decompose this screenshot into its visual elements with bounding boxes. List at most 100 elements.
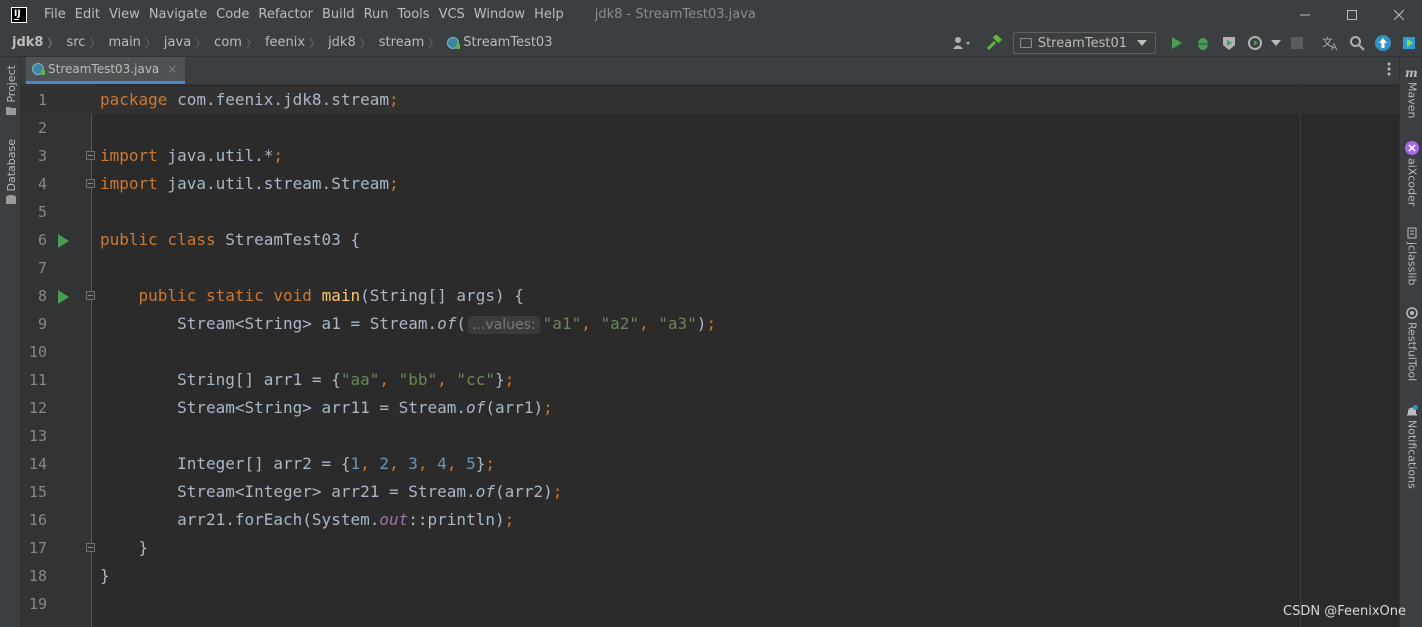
code-line: 13 — [21, 422, 1399, 450]
fold-icon[interactable] — [86, 179, 95, 188]
config-icon — [1019, 38, 1032, 48]
code-line: 11 String[] arr1 = {"aa", "bb", "cc"}; — [21, 366, 1399, 394]
maximize-button[interactable] — [1328, 0, 1375, 29]
line-number: 6 — [37, 231, 47, 249]
code-line: 17 } — [21, 534, 1399, 562]
translate-icon: 文A — [1322, 35, 1338, 51]
tool-tab-maven[interactable]: m Maven — [1403, 67, 1421, 118]
code-editor[interactable]: 1 package com.feenix.jdk8.stream; 2 3 im… — [21, 85, 1399, 627]
menu-window[interactable]: Window — [474, 7, 525, 22]
line-number: 15 — [28, 483, 47, 501]
minimize-icon — [1299, 14, 1310, 15]
line-number: 7 — [37, 259, 47, 277]
run-icon — [1172, 37, 1182, 49]
line-number: 8 — [37, 287, 47, 305]
editor-tab-bar: StreamTest03.java × — [21, 57, 1399, 85]
tool-tab-database[interactable]: Database — [3, 139, 19, 204]
line-number: 3 — [37, 147, 47, 165]
breadcrumb-java[interactable]: java 〉 — [164, 35, 214, 51]
code-text: import java.util.*; — [100, 146, 284, 165]
menu-tools[interactable]: Tools — [398, 7, 430, 22]
java-class-icon — [447, 36, 461, 49]
run-gutter-icon[interactable] — [58, 234, 69, 248]
more-run-options-button[interactable] — [1270, 32, 1282, 54]
user-button[interactable] — [951, 32, 973, 54]
svg-text:A: A — [1331, 43, 1338, 51]
code-text: String[] arr1 = {"aa", "bb", "cc"}; — [100, 370, 515, 389]
coverage-button[interactable] — [1218, 32, 1240, 54]
breadcrumb-src[interactable]: src 〉 — [66, 35, 108, 51]
debug-button[interactable] — [1192, 32, 1214, 54]
stop-button[interactable] — [1286, 32, 1308, 54]
build-icon — [986, 35, 1002, 51]
code-text: public static void main(String[] args) { — [138, 286, 524, 305]
code-line: 9 Stream<String> a1 = Stream.of(...value… — [21, 310, 1399, 338]
tool-tab-project[interactable]: Project — [3, 65, 19, 115]
line-number: 17 — [28, 539, 47, 557]
tabs-menu-button[interactable] — [1387, 62, 1391, 80]
fold-icon[interactable] — [86, 151, 95, 160]
menu-code[interactable]: Code — [216, 7, 249, 22]
code-line: 18 } — [21, 562, 1399, 590]
breadcrumb-jdk8[interactable]: jdk8 〉 — [328, 35, 379, 51]
run-configuration-select[interactable]: StreamTest01 — [1012, 32, 1156, 54]
close-tab-icon[interactable]: × — [167, 62, 177, 76]
update-button[interactable] — [1372, 32, 1394, 54]
menu-navigate[interactable]: Navigate — [149, 7, 207, 22]
fold-icon[interactable] — [86, 291, 95, 300]
breadcrumb-feenix[interactable]: feenix 〉 — [265, 35, 328, 51]
run-gutter-icon[interactable] — [58, 290, 69, 304]
breadcrumb-main[interactable]: main 〉 — [108, 35, 163, 51]
line-number: 5 — [37, 203, 47, 221]
line-number: 12 — [28, 399, 47, 417]
navigation-bar: jdk8 〉 src 〉 main 〉 java 〉 com 〉 feenix 〉 jdk8… — [0, 29, 1422, 57]
code-line: 2 — [21, 114, 1399, 142]
code-text: public class StreamTest03 { — [100, 230, 361, 249]
menu-help[interactable]: Help — [534, 7, 564, 22]
menu-run[interactable]: Run — [364, 7, 389, 22]
tab-label: StreamTest03.java — [48, 62, 160, 76]
minimize-button[interactable] — [1281, 0, 1328, 29]
plugin-button[interactable] — [1398, 32, 1420, 54]
build-button[interactable] — [983, 32, 1005, 54]
line-number: 16 — [28, 511, 47, 529]
profile-button[interactable] — [1244, 32, 1266, 54]
line-number: 9 — [37, 315, 47, 333]
menu-edit[interactable]: Edit — [75, 7, 100, 22]
code-line: 6 public class StreamTest03 { — [21, 226, 1399, 254]
line-number: 13 — [28, 427, 47, 445]
line-number: 18 — [28, 567, 47, 585]
breadcrumb-class[interactable]: StreamTest03 — [447, 35, 552, 50]
tab-streamtest03[interactable]: StreamTest03.java × — [26, 57, 186, 84]
menu-refactor[interactable]: Refactor — [258, 7, 313, 22]
translate-button[interactable]: 文A — [1320, 32, 1342, 54]
maximize-icon — [1346, 9, 1357, 20]
menu-vcs[interactable]: VCS — [439, 7, 465, 22]
update-icon — [1375, 35, 1391, 51]
restful-icon — [1406, 307, 1418, 319]
breadcrumb-project[interactable]: jdk8 〉 — [12, 35, 66, 51]
close-icon — [1393, 9, 1404, 20]
menu-file[interactable]: File — [44, 7, 66, 22]
maven-icon: m — [1405, 67, 1418, 79]
fold-icon[interactable] — [86, 543, 95, 552]
tool-tab-jclasslib[interactable]: jclasslib — [1403, 227, 1421, 285]
search-everywhere-button[interactable] — [1346, 32, 1368, 54]
code-text: Stream<String> a1 = Stream.of(...values:… — [100, 314, 717, 334]
code-text: Stream<String> arr11 = Stream.of(arr1); — [100, 398, 553, 417]
tool-tab-notifications[interactable]: Notifications — [1403, 405, 1421, 489]
tool-tab-aixcoder[interactable]: aiXcoder — [1403, 141, 1421, 206]
code-line: 7 — [21, 254, 1399, 282]
database-icon — [6, 194, 16, 204]
breadcrumb-com[interactable]: com 〉 — [214, 35, 265, 51]
breadcrumb-stream[interactable]: stream 〉 — [379, 35, 448, 51]
code-text: Integer[] arr2 = {1, 2, 3, 4, 5}; — [100, 454, 495, 473]
close-window-button[interactable] — [1375, 0, 1422, 29]
run-button[interactable] — [1166, 32, 1188, 54]
svg-text:m: m — [1405, 67, 1418, 79]
tool-tab-restfultool[interactable]: RestfulTool — [1403, 307, 1421, 381]
menu-build[interactable]: Build — [322, 7, 355, 22]
chevron-down-icon — [1137, 40, 1147, 46]
chevron-down-icon — [1271, 40, 1281, 46]
menu-view[interactable]: View — [109, 7, 140, 22]
